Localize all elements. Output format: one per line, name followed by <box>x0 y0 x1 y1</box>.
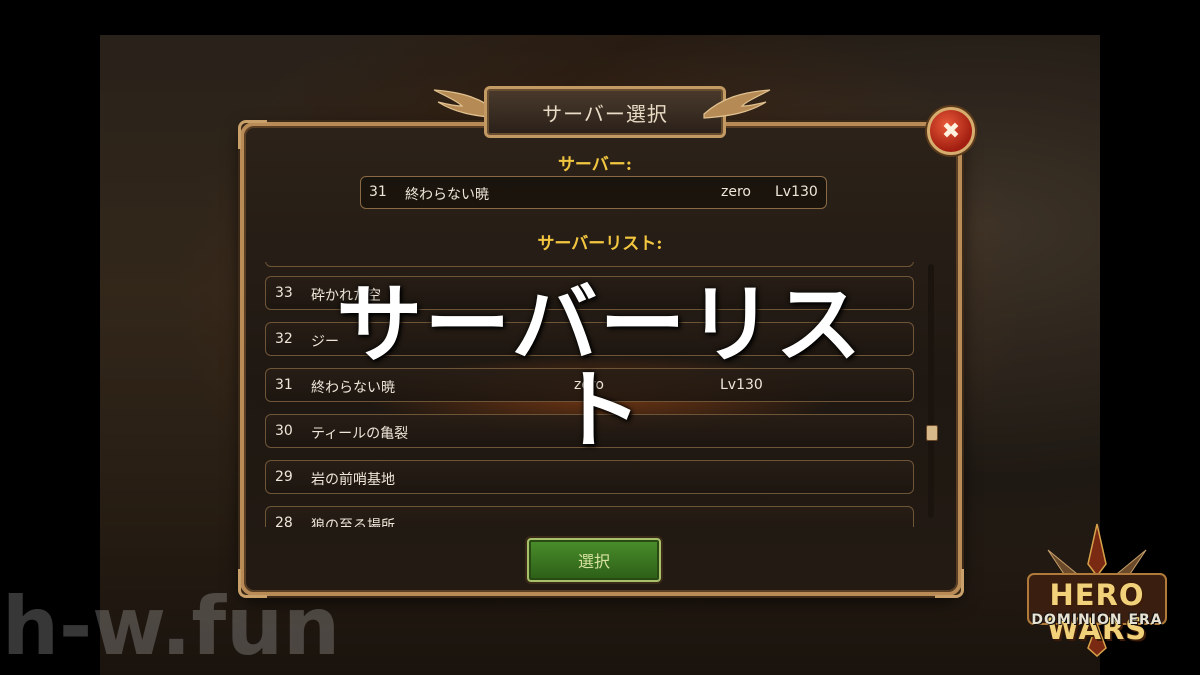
overlay-caption: サーバーリスト <box>336 275 864 461</box>
dialog-title-plate: サーバー選択 <box>432 82 772 138</box>
hero-wars-logo: HERO WARS DOMINION ERA <box>1012 520 1182 660</box>
dialog-title: サーバー選択 <box>542 101 668 126</box>
close-button[interactable]: ✖ <box>927 107 975 155</box>
scrollbar-track[interactable] <box>928 264 934 518</box>
list-item[interactable]: 29 岩の前哨基地 <box>265 460 914 494</box>
current-server-box: 31 終わらない暁 zero Lv130 <box>360 176 827 209</box>
server-number: 28 <box>275 515 293 527</box>
select-button-label: 選択 <box>577 552 610 571</box>
server-number: 31 <box>275 377 293 393</box>
scrollbar-thumb[interactable] <box>926 425 938 441</box>
server-number: 32 <box>275 331 293 347</box>
current-server-player: zero <box>721 184 751 200</box>
server-number: 29 <box>275 469 293 485</box>
server-name: 狼の至る場所 <box>311 518 395 527</box>
current-server-number: 31 <box>369 184 387 200</box>
current-server-level: Lv130 <box>775 184 818 200</box>
server-number: 30 <box>275 423 293 439</box>
list-item-partial <box>265 262 914 267</box>
current-server-name: 終わらない暁 <box>405 187 489 203</box>
site-watermark: h-w.fun <box>2 580 341 673</box>
list-item[interactable]: 28 狼の至る場所 <box>265 506 914 527</box>
close-icon: ✖ <box>941 118 961 144</box>
wing-ornament-right-icon <box>703 89 771 119</box>
server-number: 33 <box>275 285 293 301</box>
select-button[interactable]: 選択 <box>527 538 661 582</box>
server-list-label: サーバーリスト: <box>537 234 663 254</box>
server-name: 岩の前哨基地 <box>311 472 395 488</box>
current-server-label: サーバー: <box>557 155 633 175</box>
logo-line2: DOMINION ERA <box>1031 612 1163 628</box>
